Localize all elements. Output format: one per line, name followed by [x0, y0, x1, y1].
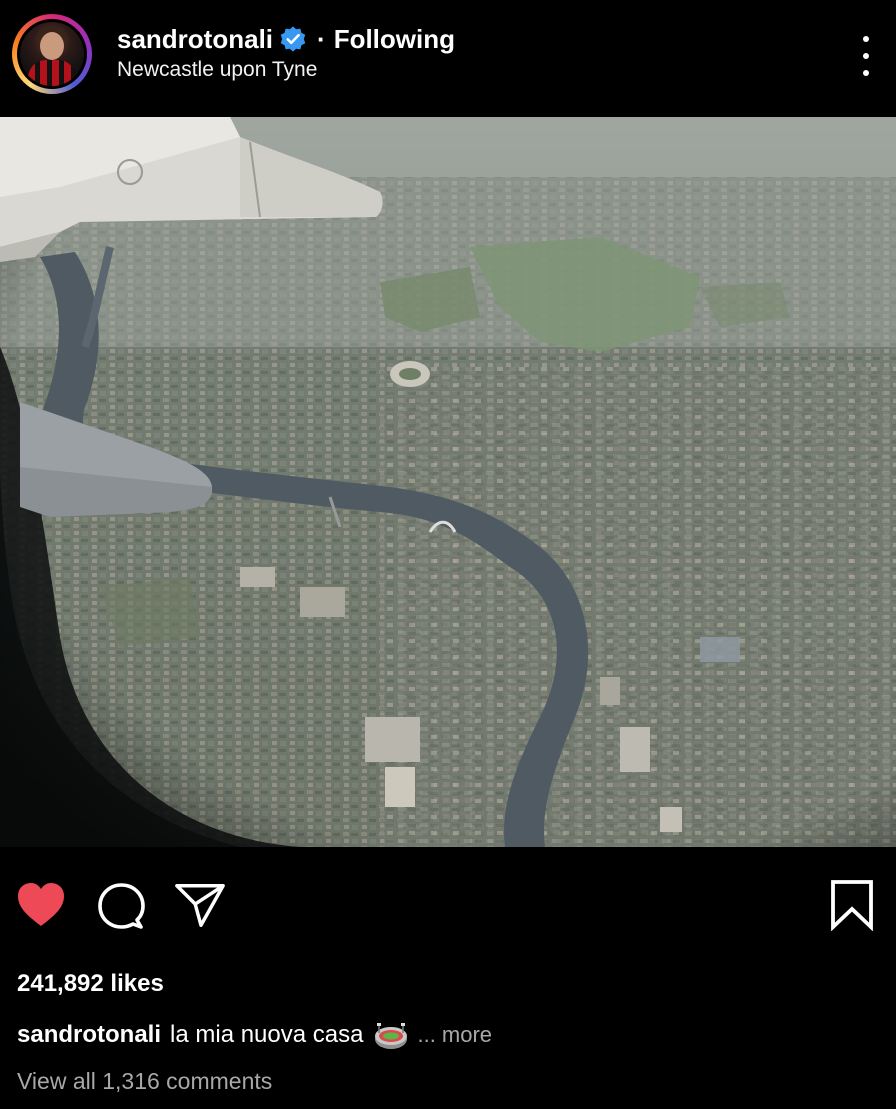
location-link[interactable]: Newcastle upon Tyne: [117, 58, 317, 82]
paper-plane-icon[interactable]: [174, 879, 226, 931]
like-count[interactable]: 241,892 likes: [17, 970, 164, 998]
bookmark-icon[interactable]: [826, 879, 878, 931]
view-comments-link[interactable]: View all 1,316 comments: [17, 1068, 272, 1095]
following-button[interactable]: Following: [334, 24, 455, 55]
caption-more-link[interactable]: ... more: [417, 1022, 492, 1048]
username-link[interactable]: sandrotonali: [117, 24, 273, 55]
header-title-row: sandrotonali · Following: [117, 22, 455, 56]
avatar[interactable]: [12, 14, 92, 94]
aerial-city-photo: [0, 117, 896, 847]
action-bar: [0, 847, 896, 957]
more-options-icon[interactable]: [858, 36, 874, 76]
post-image[interactable]: [0, 117, 896, 847]
instagram-post: sandrotonali · Following Newcastle upon …: [0, 0, 896, 1109]
heart-filled-icon[interactable]: [15, 879, 67, 931]
verified-badge-icon: [279, 25, 307, 53]
caption-text: la mia nuova casa: [170, 1021, 364, 1048]
post-header: sandrotonali · Following Newcastle upon …: [0, 0, 896, 117]
comment-bubble-icon[interactable]: [95, 879, 147, 931]
caption-username[interactable]: sandrotonali: [17, 1021, 161, 1049]
separator-dot: ·: [317, 23, 326, 54]
stadium-emoji-icon: [373, 1017, 409, 1053]
caption: sandrotonali la mia nuova casa ... more: [17, 1017, 492, 1053]
